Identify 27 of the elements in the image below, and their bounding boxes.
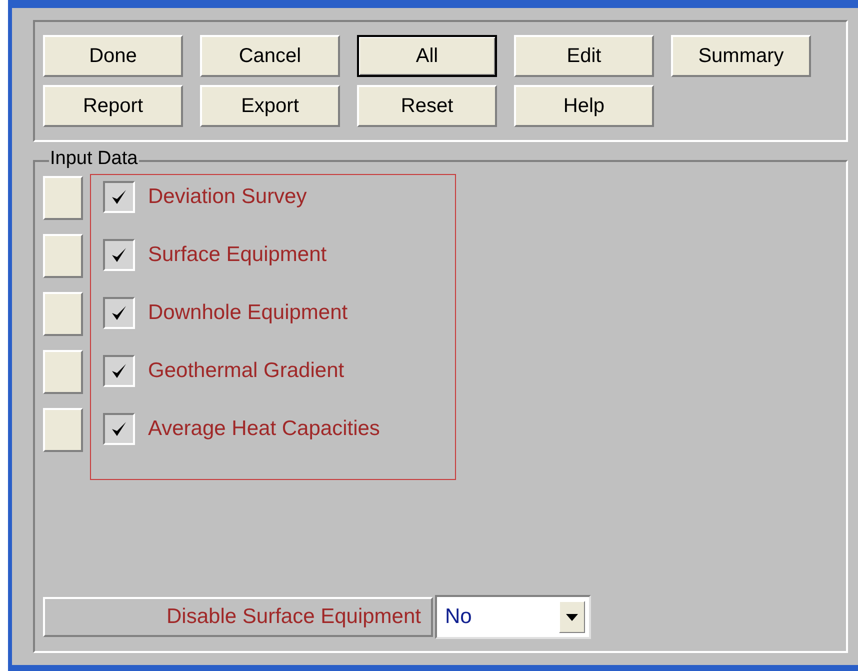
toolbar-button[interactable]: All (357, 35, 497, 77)
checkbox-label: Geothermal Gradient (148, 358, 344, 384)
checkbox-label: Surface Equipment (148, 242, 327, 268)
toolbar-button[interactable]: Cancel (200, 35, 340, 77)
toolbar-button[interactable]: Done (43, 35, 183, 77)
row-button[interactable] (43, 176, 83, 220)
toolbar-button[interactable]: Summary (671, 35, 811, 77)
toolbar-button[interactable]: Reset (357, 85, 497, 127)
toolbar-button[interactable]: Edit (514, 35, 654, 77)
checkbox-label: Average Heat Capacities (148, 416, 380, 442)
row-button[interactable] (43, 292, 83, 336)
toolbar-button[interactable]: Export (200, 85, 340, 127)
checkbox[interactable] (103, 181, 135, 213)
toolbar-button[interactable]: Help (514, 85, 654, 127)
checkbox-label: Downhole Equipment (148, 300, 348, 326)
field-label: Disable Surface Equipment (43, 597, 433, 637)
row-button[interactable] (43, 350, 83, 394)
toolbar-button[interactable]: Report (43, 85, 183, 127)
checkbox[interactable] (103, 239, 135, 271)
checkbox[interactable] (103, 297, 135, 329)
row-button[interactable] (43, 234, 83, 278)
checkbox[interactable] (103, 355, 135, 387)
dropdown[interactable]: No (435, 595, 591, 639)
checkbox[interactable] (103, 413, 135, 445)
row-button[interactable] (43, 408, 83, 452)
checkbox-label: Deviation Survey (148, 184, 307, 210)
group-title: Input Data (49, 148, 139, 170)
